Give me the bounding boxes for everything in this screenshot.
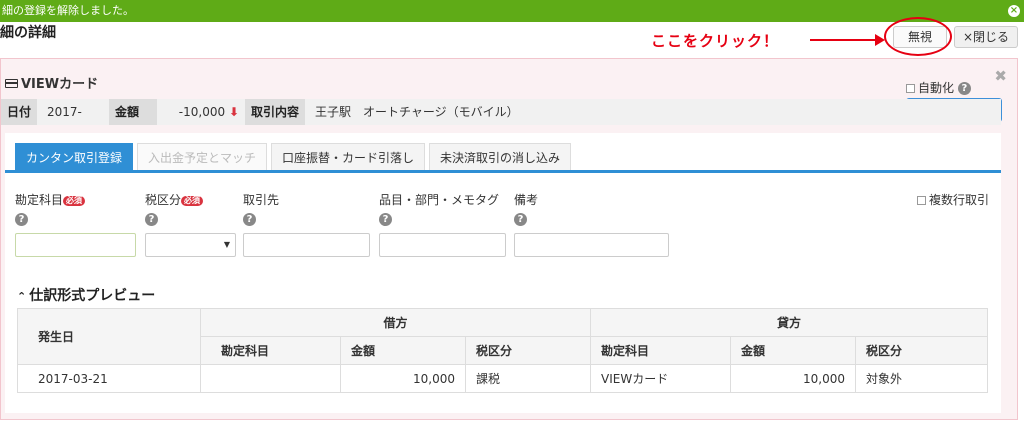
tax-label: 税区分 (145, 193, 182, 207)
content-label: 取引内容 (245, 99, 306, 125)
date-label: 日付 (1, 99, 38, 125)
note-field-label: 備考 ? (514, 191, 538, 226)
tab-bar: カンタン取引登録 入出金予定とマッチ 口座振替・カード引落し 未決済取引の消し込… (15, 143, 575, 171)
partner-input[interactable] (243, 233, 370, 257)
automation-checkbox[interactable] (906, 84, 915, 93)
tab-underline (5, 170, 1001, 173)
tab-schedule-match: 入出金予定とマッチ (137, 143, 268, 171)
notice-text: 細の登録を解除しました。 (2, 4, 134, 17)
help-icon[interactable]: ? (243, 213, 256, 226)
registration-area: カンタン取引登録 入出金予定とマッチ 口座振替・カード引落し 未決済取引の消し込… (5, 133, 1001, 413)
item-input[interactable] (379, 233, 506, 257)
header-credit-amount: 金額 (730, 336, 856, 365)
row-debit-amount: 10,000 (340, 364, 466, 393)
caret-down-icon: ▼ (223, 240, 230, 249)
help-icon[interactable]: ? (145, 213, 158, 226)
page-title: 細の詳細 (0, 25, 56, 41)
header-debit: 借方 (200, 308, 591, 337)
close-icon[interactable]: ✖ (994, 67, 1007, 85)
header-credit-tax: 税区分 (855, 336, 988, 365)
help-icon[interactable]: ? (15, 213, 28, 226)
header-debit-tax: 税区分 (465, 336, 591, 365)
table-header-row: 発生日 借方 貸方 (17, 308, 988, 365)
note-input[interactable] (514, 233, 669, 257)
account-header: VIEWカード (5, 73, 98, 92)
tab-quick-register[interactable]: カンタン取引登録 (15, 143, 134, 171)
help-icon[interactable]: ? (957, 82, 971, 95)
multi-row-toggle[interactable]: 複数行取引 (917, 191, 989, 208)
journal-preview-table: 発生日 借方 貸方 勘定科目 金額 税区分 勘定科目 金額 税区分 2017-0… (17, 308, 988, 393)
header-credit-account: 勘定科目 (590, 336, 731, 365)
partner-field-label: 取引先 ? (243, 191, 279, 226)
transaction-detail-panel: VIEWカード ✖ 自動化 ? 登録 日付 2017-03-21 金額 -10,… (0, 58, 1018, 420)
item-label: 品目・部門・メモタグ (379, 193, 500, 207)
row-credit-tax: 対象外 (855, 364, 988, 393)
annotation-arrow-line (810, 39, 878, 41)
account-input[interactable] (15, 233, 136, 257)
success-notice-bar: 細の登録を解除しました。 × (0, 0, 1024, 22)
annotation-text: ここをクリック！ (651, 32, 780, 50)
table-row: 2017-03-21 10,000 課税 VIEWカード 10,000 対象外 (17, 364, 988, 393)
date-value: 2017-03-21 (37, 99, 110, 145)
required-badge: 必須 (181, 195, 204, 206)
tab-unsettled-clear[interactable]: 未決済取引の消し込み (429, 143, 572, 171)
header-date: 発生日 (17, 308, 201, 365)
account-name: VIEWカード (21, 77, 99, 92)
automation-toggle[interactable]: 自動化 ? (906, 79, 971, 96)
arrow-down-icon: ⬇ (228, 105, 240, 119)
partner-label: 取引先 (243, 193, 280, 207)
multi-row-checkbox[interactable] (917, 196, 926, 205)
help-icon[interactable]: ? (514, 213, 527, 226)
row-debit-account (200, 364, 341, 393)
tab-transfer-card[interactable]: 口座振替・カード引落し (271, 143, 426, 171)
content-value: 王子駅 オートチャージ（モバイル） (305, 99, 1001, 125)
account-label: 勘定科目 (15, 193, 64, 207)
multi-row-label: 複数行取引 (929, 193, 990, 207)
note-label: 備考 (514, 193, 539, 207)
header-credit: 貸方 (590, 308, 988, 337)
row-date: 2017-03-21 (17, 364, 201, 393)
required-badge: 必須 (63, 195, 86, 206)
chevron-up-icon: ⌃ (17, 290, 27, 303)
preview-title: 仕訳形式プレビュー (29, 288, 156, 304)
tax-field-label: 税区分 必須 ? (145, 191, 204, 226)
amount-value-cell: -10,000 ⬇ (157, 99, 246, 125)
annotation-circle (884, 17, 952, 56)
row-debit-tax: 課税 (465, 364, 591, 393)
close-icon[interactable]: × (1008, 5, 1020, 17)
tax-select[interactable]: ▼ (145, 233, 236, 257)
amount-label: 金額 (109, 99, 158, 125)
close-button[interactable]: ×閉じる (954, 26, 1018, 48)
credit-card-icon (5, 79, 18, 88)
row-credit-amount: 10,000 (730, 364, 856, 393)
transaction-info-row: 日付 2017-03-21 金額 -10,000 ⬇ 取引内容 王子駅 オートチ… (1, 99, 1001, 145)
header-debit-amount: 金額 (340, 336, 466, 365)
amount-value: -10,000 (178, 105, 226, 119)
help-icon[interactable]: ? (379, 213, 392, 226)
item-field-label: 品目・部門・メモタグ ? (379, 191, 499, 226)
account-field-label: 勘定科目 必須 ? (15, 191, 86, 226)
header-debit-account: 勘定科目 (200, 336, 341, 365)
automation-label: 自動化 (918, 81, 955, 95)
preview-toggle[interactable]: ⌃ 仕訳形式プレビュー (17, 285, 155, 305)
row-credit-account: VIEWカード (590, 364, 731, 393)
